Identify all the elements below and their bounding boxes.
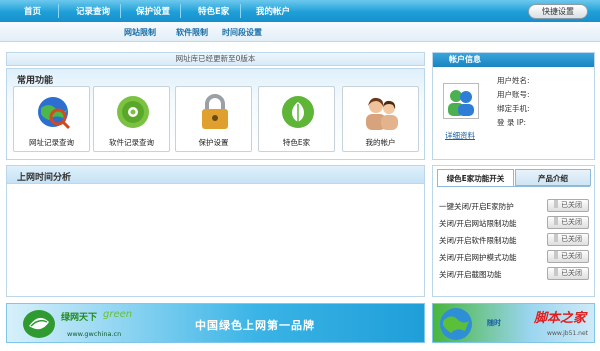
bottom-banner[interactable]: 绿网天下 green www.gwchina.cn 中国绿色上网第一品牌 — [6, 303, 425, 343]
nav-separator — [120, 4, 121, 18]
tile-label: 软件记录查询 — [109, 138, 154, 147]
sub-nav-bar: 网站限制 软件限制 时间段设置 — [0, 22, 600, 42]
update-notice: 网址库已经更新至0版本 — [6, 52, 425, 66]
tile-label: 网址记录查询 — [29, 138, 74, 147]
ad-side-text: 随时 — [487, 319, 501, 327]
top-nav-bar: 首页 记录查询 保护设置 特色E家 我的帐户 快捷设置 — [0, 0, 600, 22]
avatar — [443, 83, 479, 119]
feature-label: 关闭/开启网护模式功能 — [439, 253, 517, 262]
nav-my-account[interactable]: 我的帐户 — [256, 5, 290, 17]
feature-label: 一键关闭/开启E家防护 — [439, 202, 514, 211]
side-ad-banner[interactable]: 随时 脚本之家 www.jb51.net — [432, 303, 595, 343]
field-user-name: 用户姓名: — [497, 76, 530, 85]
tile-label: 保护设置 — [198, 138, 229, 147]
feature-row: 关闭/开启截图功能 已关闭 — [439, 267, 589, 281]
feature-label: 关闭/开启截图功能 — [439, 270, 502, 279]
leaf-icon — [282, 96, 314, 128]
brand-logo-icon — [23, 310, 55, 338]
nav-record-query[interactable]: 记录查询 — [76, 5, 110, 17]
nav-separator — [240, 4, 241, 18]
toggle-button[interactable]: 已关闭 — [547, 199, 589, 212]
analysis-title: 上网时间分析 — [17, 173, 72, 183]
user-avatar-icon — [448, 90, 474, 116]
tile-protection-settings[interactable]: 保护设置 — [175, 86, 252, 152]
toggle-button[interactable]: 已关闭 — [547, 233, 589, 246]
tab-product-intro[interactable]: 产品介绍 — [515, 169, 591, 186]
tile-special-ehome[interactable]: 特色E家 — [258, 86, 335, 152]
field-login-ip: 登 录 IP: — [497, 118, 527, 127]
brand-name-en: green — [103, 309, 133, 320]
cd-disc-icon — [117, 96, 149, 128]
toggle-button[interactable]: 已关闭 — [547, 216, 589, 229]
feature-label: 关闭/开启网站限制功能 — [439, 219, 517, 228]
feature-label: 关闭/开启软件限制功能 — [439, 236, 517, 245]
brand-name: 绿网天下 — [61, 313, 98, 323]
tile-url-records[interactable]: 网址记录查询 — [13, 86, 90, 152]
tile-my-account[interactable]: 我的帐户 — [342, 86, 419, 152]
tab-divider — [437, 186, 590, 187]
nav-protection-settings[interactable]: 保护设置 — [136, 5, 170, 17]
feature-row: 关闭/开启网站限制功能 已关闭 — [439, 216, 589, 230]
feature-row: 关闭/开启软件限制功能 已关闭 — [439, 233, 589, 247]
detail-link[interactable]: 详细资料 — [445, 130, 475, 141]
nav-separator — [58, 4, 59, 18]
toggle-button[interactable]: 已关闭 — [547, 267, 589, 280]
banner-slogan: 中国绿色上网第一品牌 — [195, 319, 315, 332]
feature-row: 关闭/开启网护模式功能 已关闭 — [439, 250, 589, 264]
tile-label: 我的帐户 — [365, 138, 396, 147]
ad-title: 脚本之家 — [533, 311, 586, 326]
common-functions-title: 常用功能 — [17, 76, 54, 86]
feature-row: 一键关闭/开启E家防护 已关闭 — [439, 199, 589, 213]
subnav-software-limit[interactable]: 软件限制 — [176, 27, 208, 38]
toggle-button[interactable]: 已关闭 — [547, 250, 589, 263]
nav-separator — [180, 4, 181, 18]
account-info-title: 帐户信息 — [449, 55, 481, 64]
account-info-panel: 帐户信息 用户姓名: 用户账号: 绑定手机: 登 录 IP: 详细资料 — [432, 52, 595, 160]
field-bound-phone: 绑定手机: — [497, 104, 530, 113]
nav-home[interactable]: 首页 — [24, 5, 41, 17]
analysis-header: 上网时间分析 — [7, 166, 424, 184]
tile-software-records[interactable]: 软件记录查询 — [93, 86, 170, 152]
subnav-site-limit[interactable]: 网站限制 — [124, 27, 156, 38]
padlock-icon — [202, 94, 228, 129]
nav-special-ehome[interactable]: 特色E家 — [198, 5, 229, 17]
globe-icon — [440, 308, 472, 340]
ad-subtitle: www.jb51.net — [547, 330, 588, 337]
account-info-header: 帐户信息 — [433, 53, 594, 67]
subnav-time-settings[interactable]: 时间段设置 — [222, 27, 262, 38]
field-user-account: 用户账号: — [497, 90, 530, 99]
tile-label: 特色E家 — [282, 138, 311, 147]
online-time-analysis-panel: 上网时间分析 — [6, 165, 425, 297]
users-icon — [366, 97, 398, 130]
globe-search-icon — [38, 97, 71, 130]
feature-switches-panel: 绿色E家功能开关 产品介绍 一键关闭/开启E家防护 已关闭 关闭/开启网站限制功… — [432, 165, 595, 297]
tab-feature-switches[interactable]: 绿色E家功能开关 — [437, 169, 514, 186]
quick-settings-button[interactable]: 快捷设置 — [528, 4, 588, 19]
brand-url: www.gwchina.cn — [67, 330, 122, 338]
